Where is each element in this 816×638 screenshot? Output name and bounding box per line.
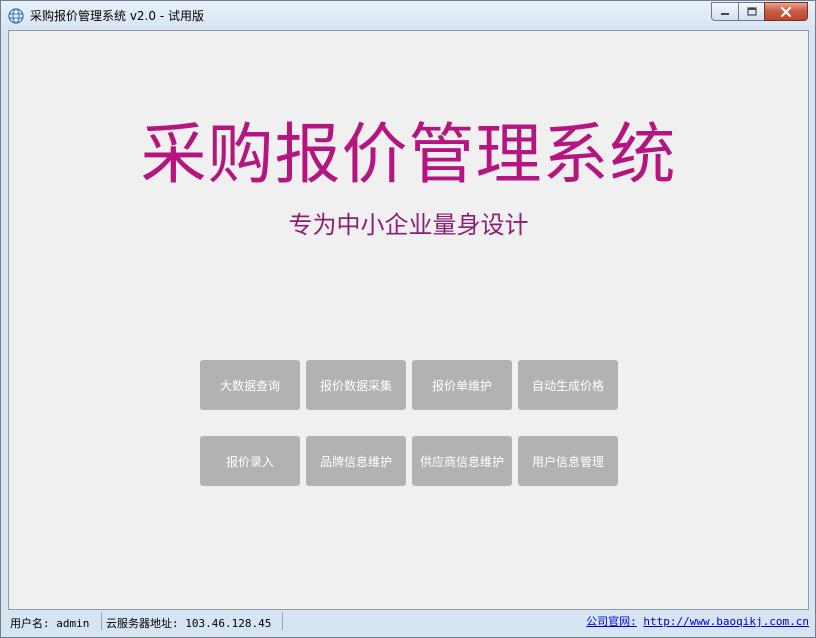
status-server-address: 云服务器地址: 103.46.128.45 bbox=[106, 617, 272, 630]
auto-generate-price-button[interactable]: 自动生成价格 bbox=[518, 360, 618, 410]
website-label: 公司官网: bbox=[586, 615, 637, 628]
window-controls bbox=[711, 2, 808, 21]
quote-sheet-maintenance-button[interactable]: 报价单维护 bbox=[412, 360, 512, 410]
status-bar: 用户名: admin 云服务器地址: 103.46.128.45 公司官网: h… bbox=[8, 610, 809, 632]
user-info-management-button[interactable]: 用户信息管理 bbox=[518, 436, 618, 486]
company-website-link[interactable]: 公司官网: http://www.baoqikj.com.cn bbox=[586, 613, 809, 629]
brand-info-maintenance-button[interactable]: 品牌信息维护 bbox=[306, 436, 406, 486]
big-data-query-button[interactable]: 大数据查询 bbox=[200, 360, 300, 410]
status-divider bbox=[101, 612, 102, 630]
quote-data-collection-button[interactable]: 报价数据采集 bbox=[306, 360, 406, 410]
app-subtitle: 专为中小企业量身设计 bbox=[288, 211, 529, 239]
minimize-button[interactable] bbox=[711, 2, 738, 21]
window-title: 采购报价管理系统 v2.0 - 试用版 bbox=[30, 9, 204, 23]
app-window: 采购报价管理系统 v2.0 - 试用版 采购报价管理系统 专为中小企业量身设计 … bbox=[0, 0, 816, 638]
close-button[interactable] bbox=[764, 2, 808, 21]
supplier-info-maintenance-button[interactable]: 供应商信息维护 bbox=[412, 436, 512, 486]
main-panel: 采购报价管理系统 专为中小企业量身设计 大数据查询 报价数据采集 报价单维护 自… bbox=[8, 30, 809, 610]
website-url[interactable]: http://www.baoqikj.com.cn bbox=[643, 615, 809, 628]
globe-icon bbox=[8, 8, 24, 24]
minimize-icon bbox=[721, 12, 729, 15]
close-icon bbox=[781, 6, 791, 17]
status-username: 用户名: admin bbox=[10, 617, 90, 630]
quote-entry-button[interactable]: 报价录入 bbox=[200, 436, 300, 486]
maximize-icon bbox=[746, 7, 757, 16]
app-title: 采购报价管理系统 bbox=[140, 116, 677, 193]
maximize-button[interactable] bbox=[738, 2, 764, 21]
title-bar[interactable]: 采购报价管理系统 v2.0 - 试用版 bbox=[1, 1, 815, 29]
status-divider bbox=[282, 612, 283, 630]
